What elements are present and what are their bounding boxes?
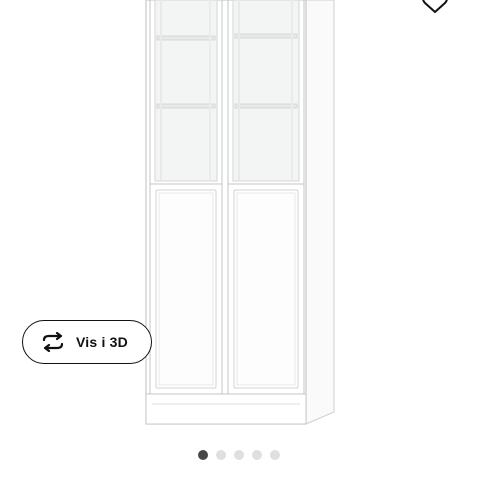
right-glass-door: [227, 0, 305, 187]
carousel-dot[interactable]: [270, 450, 280, 460]
view-in-3d-label: Vis i 3D: [76, 334, 128, 350]
carousel-dot-active[interactable]: [198, 450, 208, 460]
carousel-dot[interactable]: [252, 450, 262, 460]
heart-icon: [422, 0, 448, 13]
left-glass-door: [149, 0, 223, 187]
bookcase-side-panel: [305, 0, 335, 425]
carousel-pagination: [198, 449, 280, 461]
view-in-3d-button[interactable]: Vis i 3D: [22, 320, 152, 364]
product-image-bookcase: [145, 0, 335, 425]
left-panel-door: [149, 183, 223, 395]
carousel-dot[interactable]: [234, 450, 244, 460]
carousel-dot[interactable]: [216, 450, 226, 460]
rotate-arrows-icon: [42, 332, 64, 352]
bookcase-plinth: [145, 393, 307, 425]
right-panel-door: [227, 183, 305, 395]
product-gallery[interactable]: Vis i 3D: [0, 0, 480, 480]
favourite-button[interactable]: [418, 0, 452, 14]
